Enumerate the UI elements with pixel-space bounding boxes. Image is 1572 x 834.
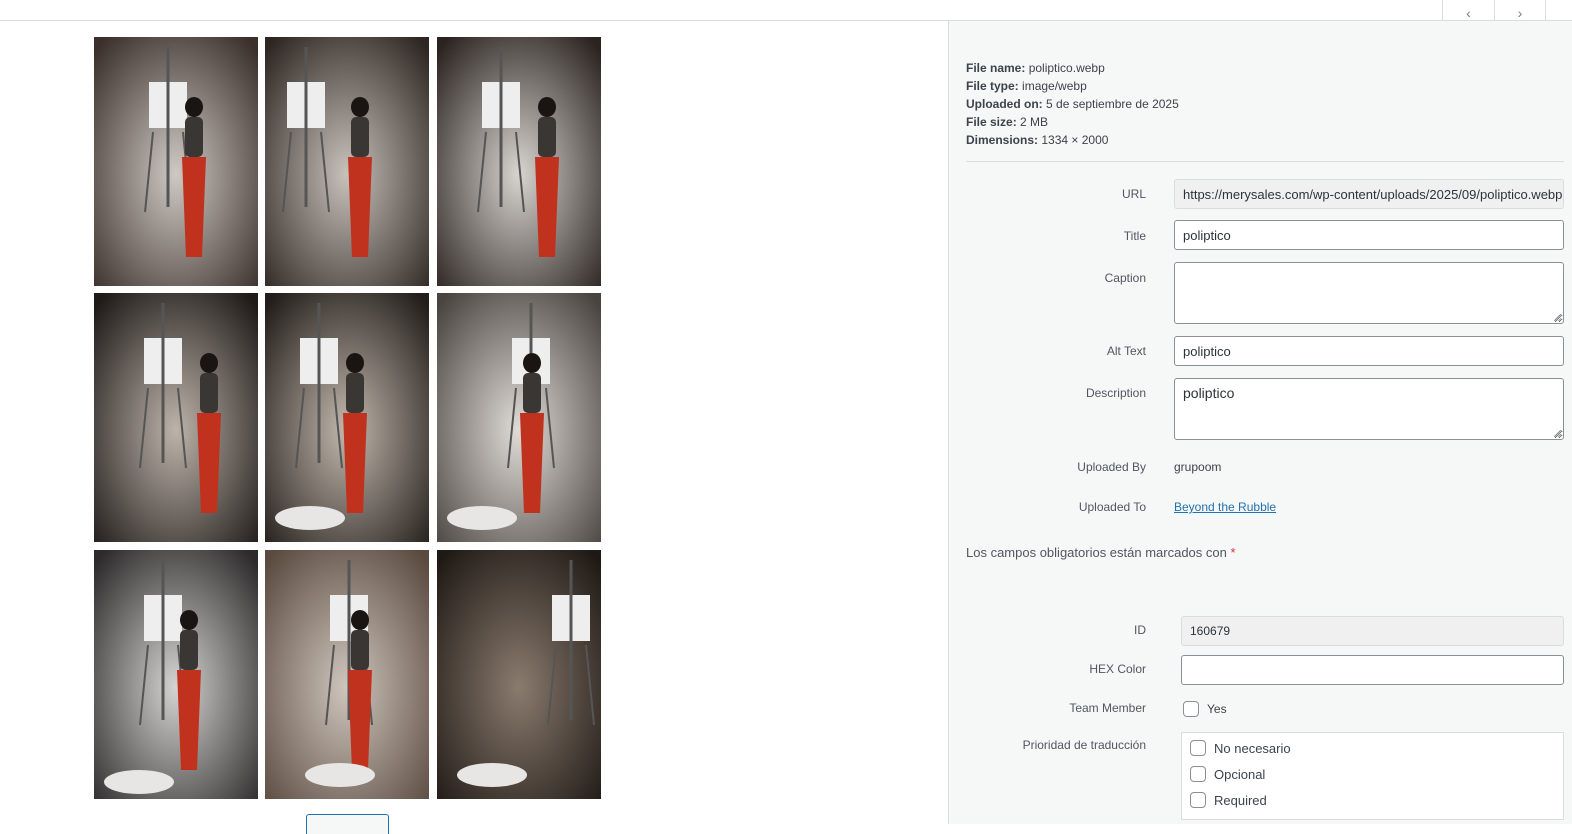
file-size-row: File size: 2 MB [966, 115, 1049, 129]
file-name: poliptico.webp [1028, 61, 1105, 75]
painting-panel [265, 293, 429, 542]
team-member-option-label: Yes [1207, 702, 1227, 716]
attachment-info-sidebar: File name: poliptico.webp File type: ima… [948, 21, 1572, 824]
uploaded-on-row: Uploaded on: 5 de septiembre de 2025 [966, 97, 1179, 111]
priority-option-label: Required [1214, 792, 1267, 808]
alt-text-label: Alt Text [1106, 344, 1146, 358]
painting-panel [94, 550, 258, 799]
required-star: * [1230, 545, 1236, 560]
painting-panel [265, 550, 429, 799]
caption-label: Caption [1104, 271, 1146, 285]
dimensions: 1334 × 2000 [1041, 133, 1109, 147]
uploaded-to-label: Uploaded To [1078, 500, 1146, 514]
file-name-row: File name: poliptico.webp [966, 61, 1105, 75]
file-type: image/webp [1022, 79, 1087, 93]
painting-panel [265, 37, 429, 286]
hex-color-field[interactable] [1181, 655, 1564, 685]
edit-image-button[interactable] [306, 814, 389, 834]
required-fields-note: Los campos obligatorios están marcados c… [966, 545, 1236, 560]
uploaded-on: 5 de septiembre de 2025 [1046, 97, 1179, 111]
team-member-checkbox[interactable] [1183, 701, 1199, 717]
description-field[interactable]: poliptico [1174, 378, 1564, 440]
painting-panel [94, 37, 258, 286]
priority-option[interactable]: Opcional [1190, 766, 1265, 782]
description-label: Description [1085, 386, 1146, 400]
id-label: ID [1134, 623, 1146, 637]
alt-text-field[interactable]: poliptico [1174, 336, 1564, 366]
priority-option-label: Opcional [1214, 766, 1266, 782]
priority-checkbox[interactable] [1190, 792, 1206, 808]
priority-checkbox[interactable] [1190, 740, 1206, 756]
attachment-image [94, 37, 602, 799]
priority-checkbox[interactable] [1190, 766, 1206, 782]
chevron-right-icon: › [1517, 5, 1523, 21]
modal-header: ‹ › [0, 0, 1572, 21]
divider [966, 161, 1564, 162]
painting-panel [437, 37, 601, 286]
dimensions-row: Dimensions: 1334 × 2000 [966, 133, 1109, 147]
previous-attachment-button[interactable]: ‹ [1442, 0, 1494, 20]
file-type-row: File type: image/webp [966, 79, 1087, 93]
team-member-option[interactable]: Yes [1183, 701, 1227, 717]
file-size: 2 MB [1020, 115, 1049, 129]
url-field[interactable]: https://merysales.com/wp-content/uploads… [1174, 179, 1564, 209]
attachment-media-view [0, 21, 948, 834]
uploaded-by-value: grupoom [1174, 460, 1222, 474]
priority-option[interactable]: No necesario [1190, 740, 1291, 756]
caption-field[interactable] [1174, 262, 1564, 324]
painting-panel [437, 550, 601, 799]
team-member-label: Team Member [1069, 701, 1146, 715]
chevron-left-icon: ‹ [1466, 5, 1471, 21]
uploaded-to-link[interactable]: Beyond the Rubble [1174, 500, 1276, 514]
url-label: URL [1121, 187, 1146, 201]
painting-panel [94, 293, 258, 542]
title-field[interactable]: poliptico [1174, 220, 1564, 250]
hex-color-label: HEX Color [1089, 662, 1146, 676]
id-field[interactable]: 160679 [1181, 616, 1564, 646]
translation-priority-box: No necesario Opcional Required [1181, 732, 1564, 820]
priority-option[interactable]: Required [1190, 792, 1267, 808]
next-attachment-button[interactable]: › [1494, 0, 1546, 20]
priority-option-label: No necesario [1214, 740, 1291, 756]
uploaded-by-label: Uploaded By [1077, 460, 1146, 474]
file-details: File name: poliptico.webp File type: ima… [966, 59, 1179, 149]
translation-priority-label: Prioridad de traducción [1022, 738, 1146, 752]
painting-panel [437, 293, 601, 542]
title-label: Title [1123, 229, 1146, 243]
